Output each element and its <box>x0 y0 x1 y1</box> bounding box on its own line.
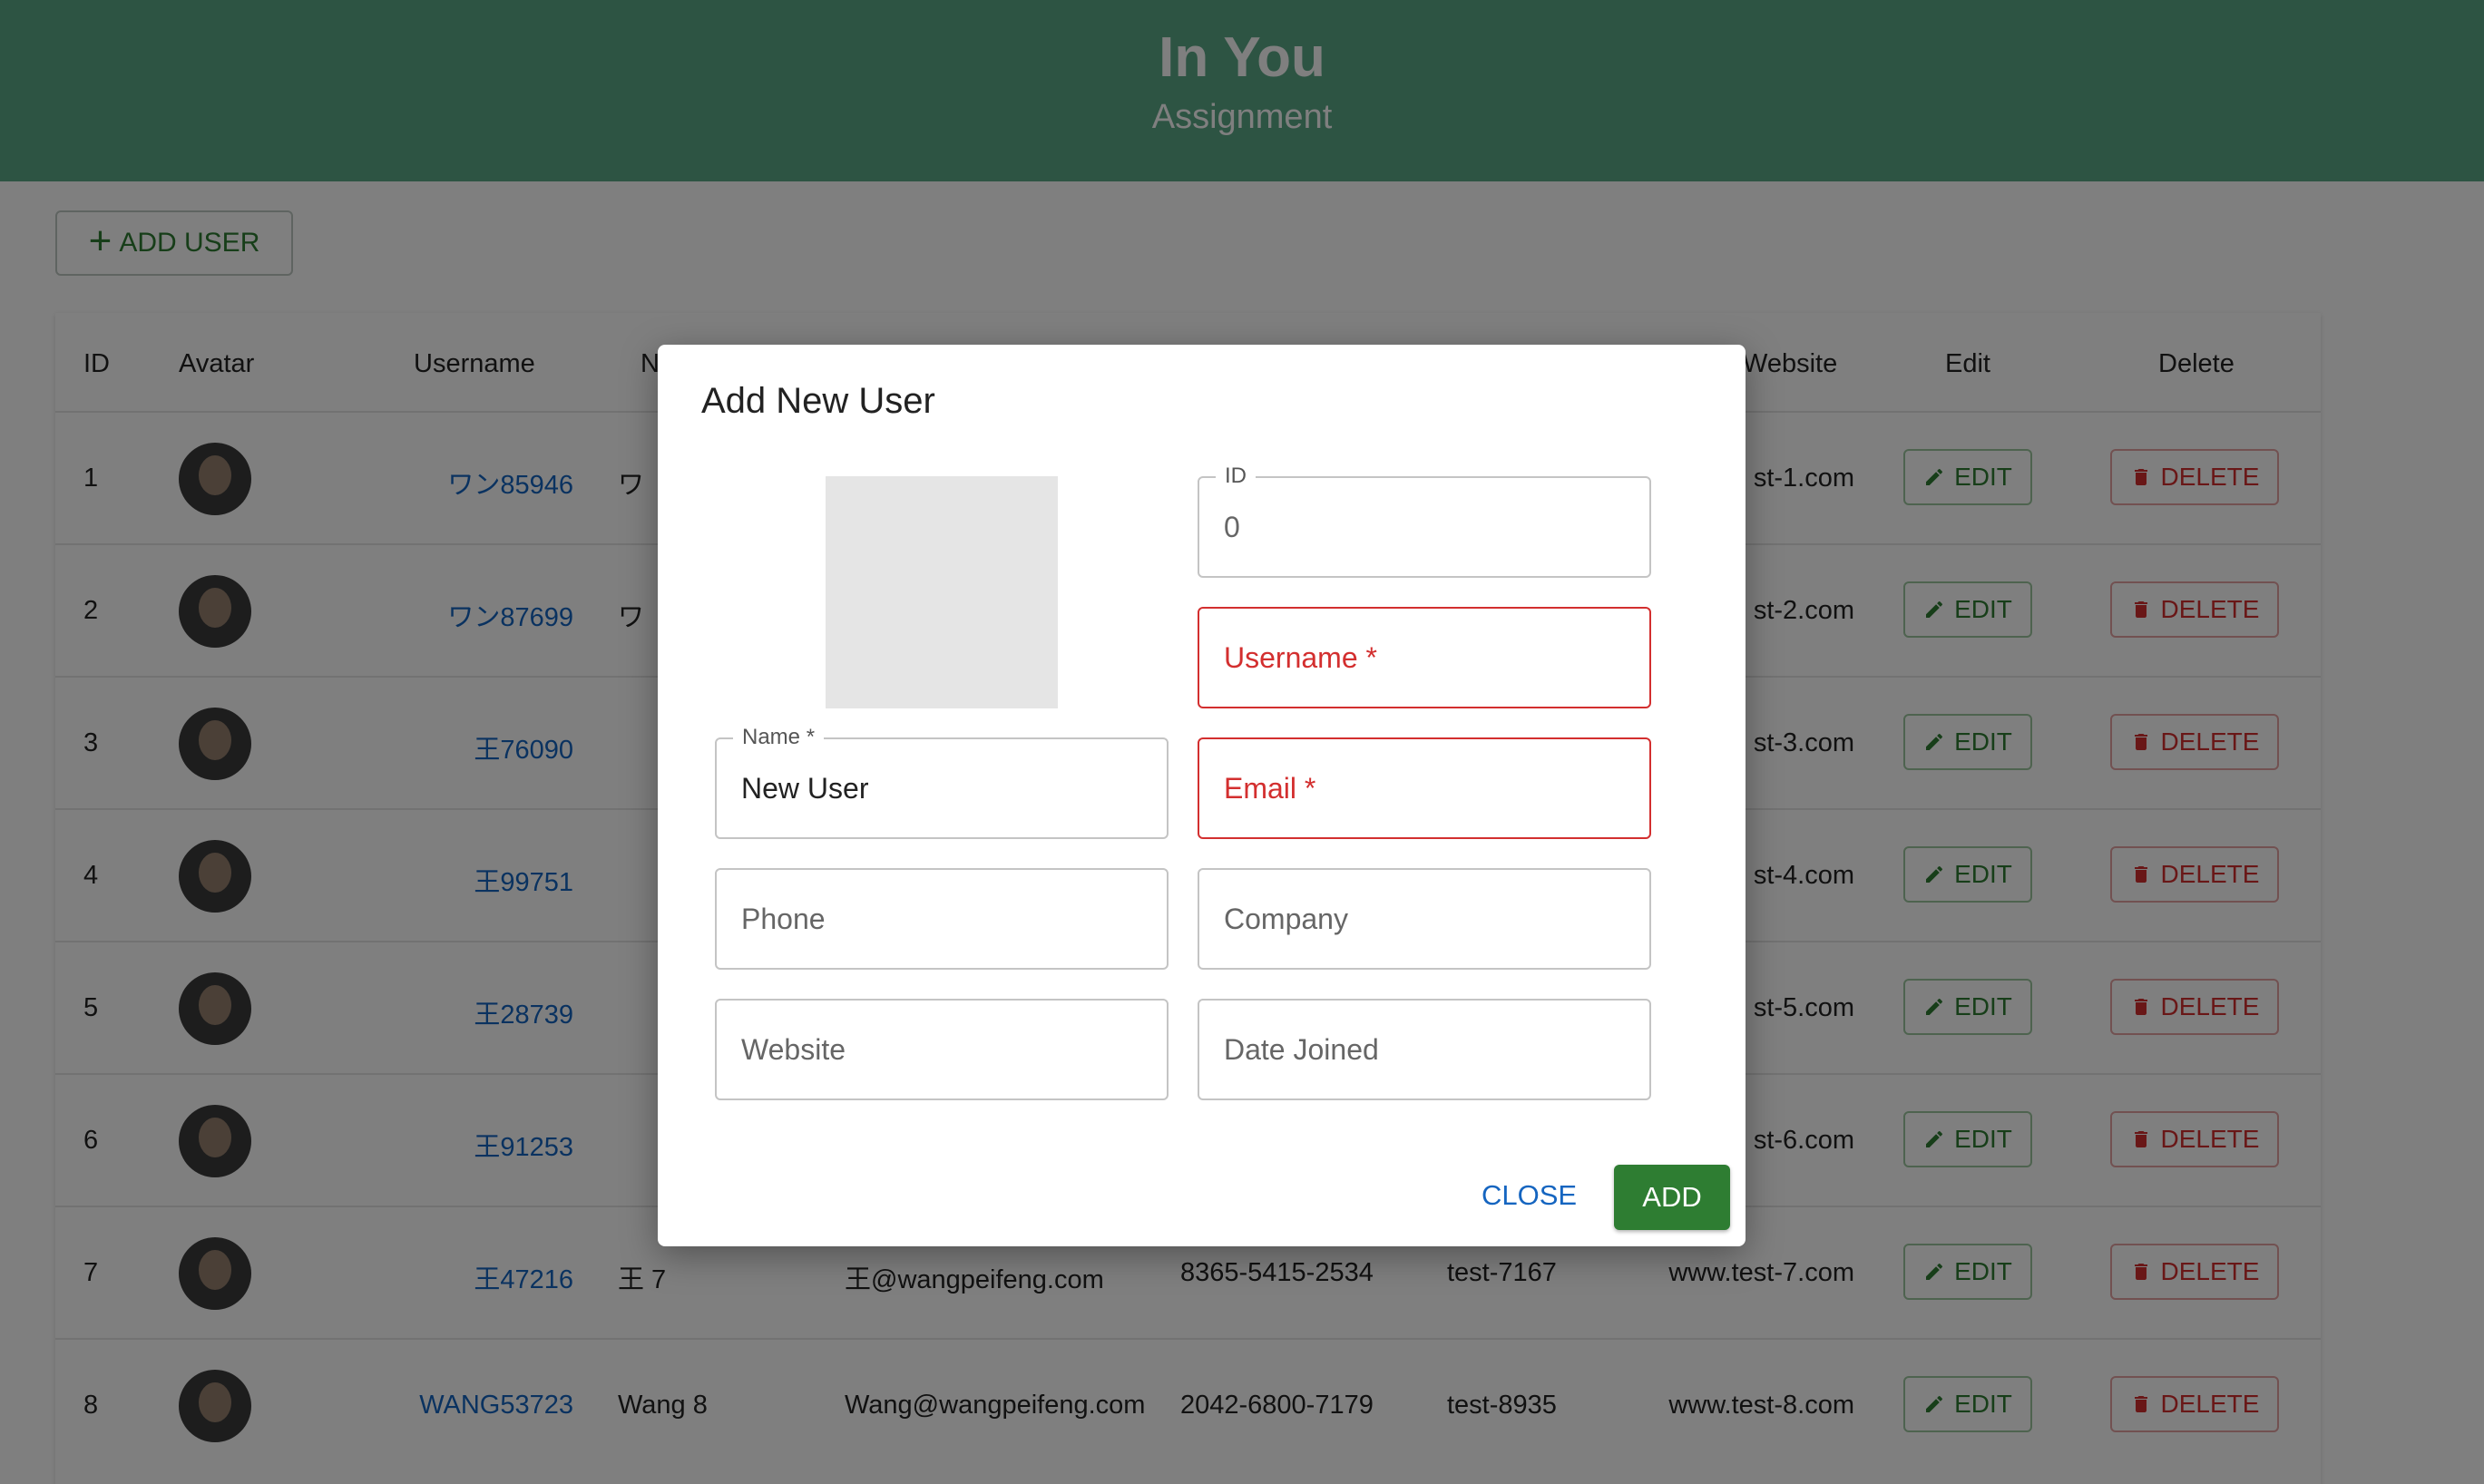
avatar-preview <box>826 476 1058 708</box>
phone-field-placeholder: Phone <box>741 903 826 935</box>
company-field[interactable]: Company <box>1198 868 1651 970</box>
website-field[interactable]: Website <box>715 999 1169 1100</box>
id-field-label: ID <box>1216 464 1256 489</box>
date-joined-field-placeholder: Date Joined <box>1224 1033 1379 1066</box>
add-button[interactable]: ADD <box>1614 1165 1730 1230</box>
name-field-label: Name * <box>733 725 825 750</box>
id-field-value: 0 <box>1224 511 1240 543</box>
close-button[interactable]: CLOSE <box>1482 1179 1577 1212</box>
add-user-dialog: Add New User ID 0 Username * Name * New … <box>658 345 1746 1246</box>
phone-field[interactable]: Phone <box>715 868 1169 970</box>
email-field[interactable]: Email * <box>1198 737 1651 839</box>
name-field[interactable]: Name * New User <box>715 725 1169 839</box>
date-joined-field[interactable]: Date Joined <box>1198 999 1651 1100</box>
company-field-placeholder: Company <box>1224 903 1348 935</box>
website-field-placeholder: Website <box>741 1033 846 1066</box>
username-field-placeholder: Username * <box>1224 641 1377 674</box>
name-field-value: New User <box>741 772 869 805</box>
username-field[interactable]: Username * <box>1198 607 1651 708</box>
email-field-placeholder: Email * <box>1224 772 1316 805</box>
dialog-title: Add New User <box>701 381 935 421</box>
id-field[interactable]: ID 0 <box>1198 464 1651 578</box>
